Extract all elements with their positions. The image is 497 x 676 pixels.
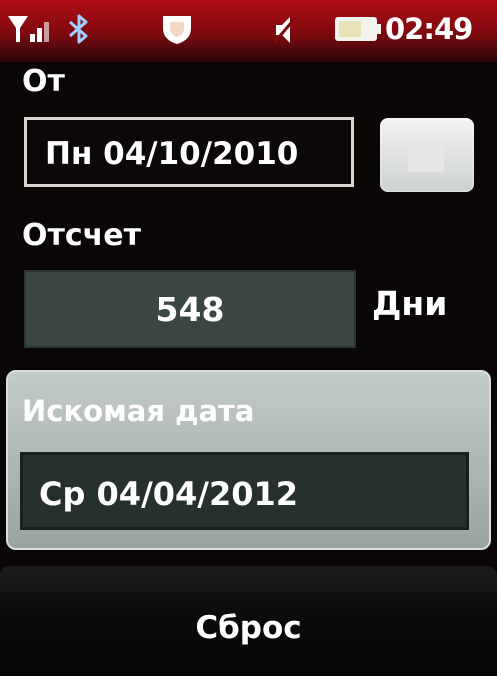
status-bar: 02:49 [0, 0, 497, 62]
mute-icon [272, 16, 298, 44]
shield-icon [163, 16, 191, 44]
count-field[interactable]: 548 [24, 270, 356, 348]
result-panel: Искомая дата Ср 04/04/2012 [6, 370, 491, 550]
bluetooth-icon [69, 14, 88, 44]
result-date-value: Ср 04/04/2012 [39, 475, 299, 513]
reset-button-label: Сброс [195, 610, 302, 646]
result-label: Искомая дата [22, 394, 255, 428]
calendar-button[interactable] [380, 118, 474, 192]
count-label: Отсчет [22, 218, 142, 253]
from-date-value: Пн 04/10/2010 [45, 136, 299, 172]
signal-icon [8, 16, 49, 42]
reset-button[interactable]: Сброс [0, 566, 497, 676]
days-unit-label: Дни [372, 284, 448, 323]
result-date-field: Ср 04/04/2012 [20, 452, 469, 530]
from-label: От [22, 64, 65, 99]
calendar-icon [408, 138, 444, 172]
from-date-field[interactable]: Пн 04/10/2010 [24, 117, 354, 187]
status-time: 02:49 [385, 12, 473, 46]
count-value: 548 [155, 290, 225, 329]
battery-icon [335, 17, 381, 41]
